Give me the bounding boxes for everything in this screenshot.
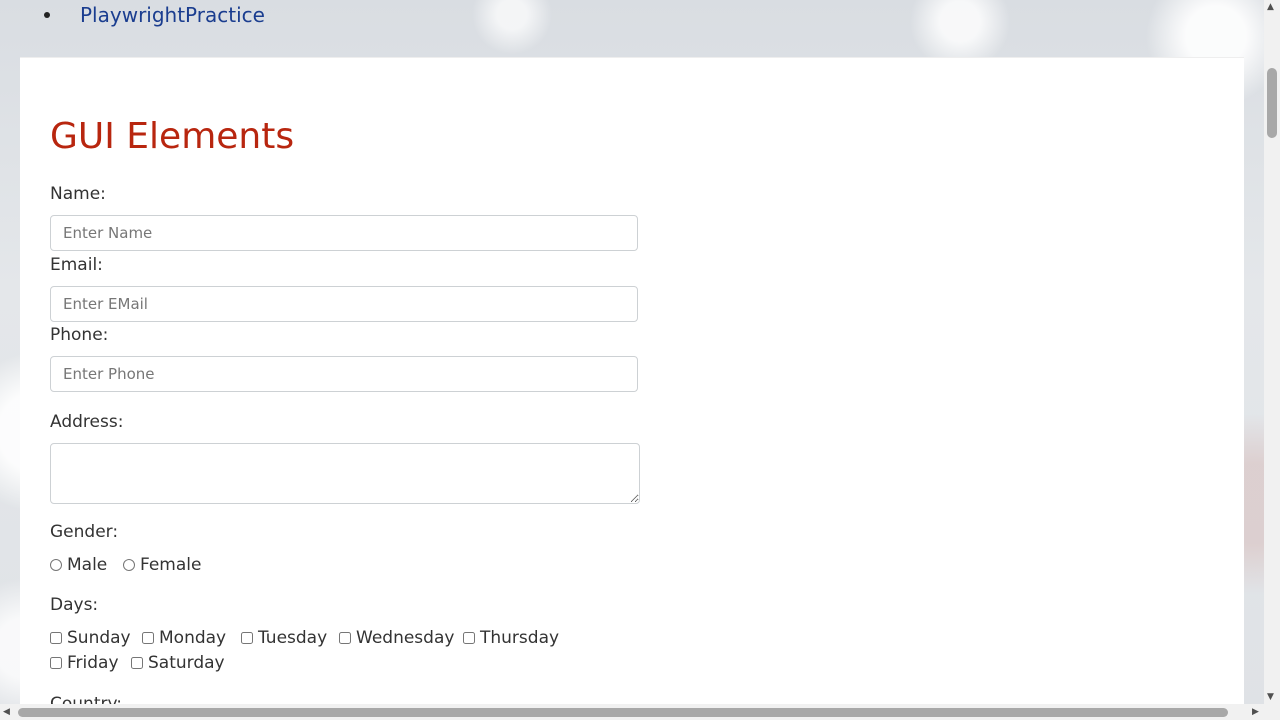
address-textarea[interactable] — [50, 443, 640, 504]
saturday-label: Saturday — [148, 653, 225, 673]
address-label: Address: — [50, 412, 124, 432]
scroll-down-arrow-icon[interactable]: ▼ — [1267, 692, 1274, 702]
day-monday-option[interactable]: Monday — [142, 628, 226, 648]
day-tuesday-option[interactable]: Tuesday — [241, 628, 327, 648]
female-radio[interactable] — [123, 559, 135, 571]
male-radio[interactable] — [50, 559, 62, 571]
name-input[interactable] — [50, 215, 638, 251]
thursday-label: Thursday — [480, 628, 560, 648]
friday-checkbox[interactable] — [50, 657, 62, 669]
sunday-label: Sunday — [67, 628, 131, 648]
scroll-right-arrow-icon[interactable]: ▶ — [1252, 707, 1259, 717]
horizontal-scroll-thumb[interactable] — [18, 708, 1228, 717]
wednesday-label: Wednesday — [356, 628, 455, 648]
friday-label: Friday — [67, 653, 119, 673]
nav-list-item: PlaywrightPractice — [44, 2, 265, 28]
monday-label: Monday — [159, 628, 227, 648]
vertical-scroll-thumb[interactable] — [1267, 68, 1277, 138]
sunday-checkbox[interactable] — [50, 632, 62, 644]
tuesday-checkbox[interactable] — [241, 632, 253, 644]
monday-checkbox[interactable] — [142, 632, 154, 644]
day-thursday-option[interactable]: Thursday — [463, 628, 559, 648]
day-sunday-option[interactable]: Sunday — [50, 628, 131, 648]
scroll-left-arrow-icon[interactable]: ◀ — [3, 707, 10, 717]
thursday-checkbox[interactable] — [463, 632, 475, 644]
gender-female-option[interactable]: Female — [123, 555, 201, 575]
vertical-scrollbar[interactable]: ▲ ▼ — [1264, 0, 1280, 720]
playwright-practice-link[interactable]: PlaywrightPractice — [80, 3, 265, 27]
saturday-checkbox[interactable] — [131, 657, 143, 669]
top-nav: PlaywrightPractice — [0, 0, 1264, 56]
day-wednesday-option[interactable]: Wednesday — [339, 628, 454, 648]
page-title: GUI Elements — [50, 116, 295, 157]
days-label: Days: — [50, 595, 99, 615]
female-label: Female — [140, 555, 202, 575]
scroll-up-arrow-icon[interactable]: ▲ — [1267, 2, 1274, 12]
name-label: Name: — [50, 184, 106, 204]
day-friday-option[interactable]: Friday — [50, 653, 119, 673]
phone-input[interactable] — [50, 356, 638, 392]
main-content: GUI Elements Name: Email: Phone: Address… — [20, 57, 1244, 718]
tuesday-label: Tuesday — [258, 628, 328, 648]
gender-label: Gender: — [50, 522, 119, 542]
phone-label: Phone: — [50, 325, 109, 345]
gender-male-option[interactable]: Male — [50, 555, 107, 575]
wednesday-checkbox[interactable] — [339, 632, 351, 644]
bullet-icon — [44, 12, 50, 18]
male-label: Male — [67, 555, 108, 575]
day-saturday-option[interactable]: Saturday — [131, 653, 225, 673]
email-label: Email: — [50, 255, 103, 275]
email-input[interactable] — [50, 286, 638, 322]
horizontal-scrollbar[interactable]: ◀ ▶ — [0, 704, 1264, 720]
